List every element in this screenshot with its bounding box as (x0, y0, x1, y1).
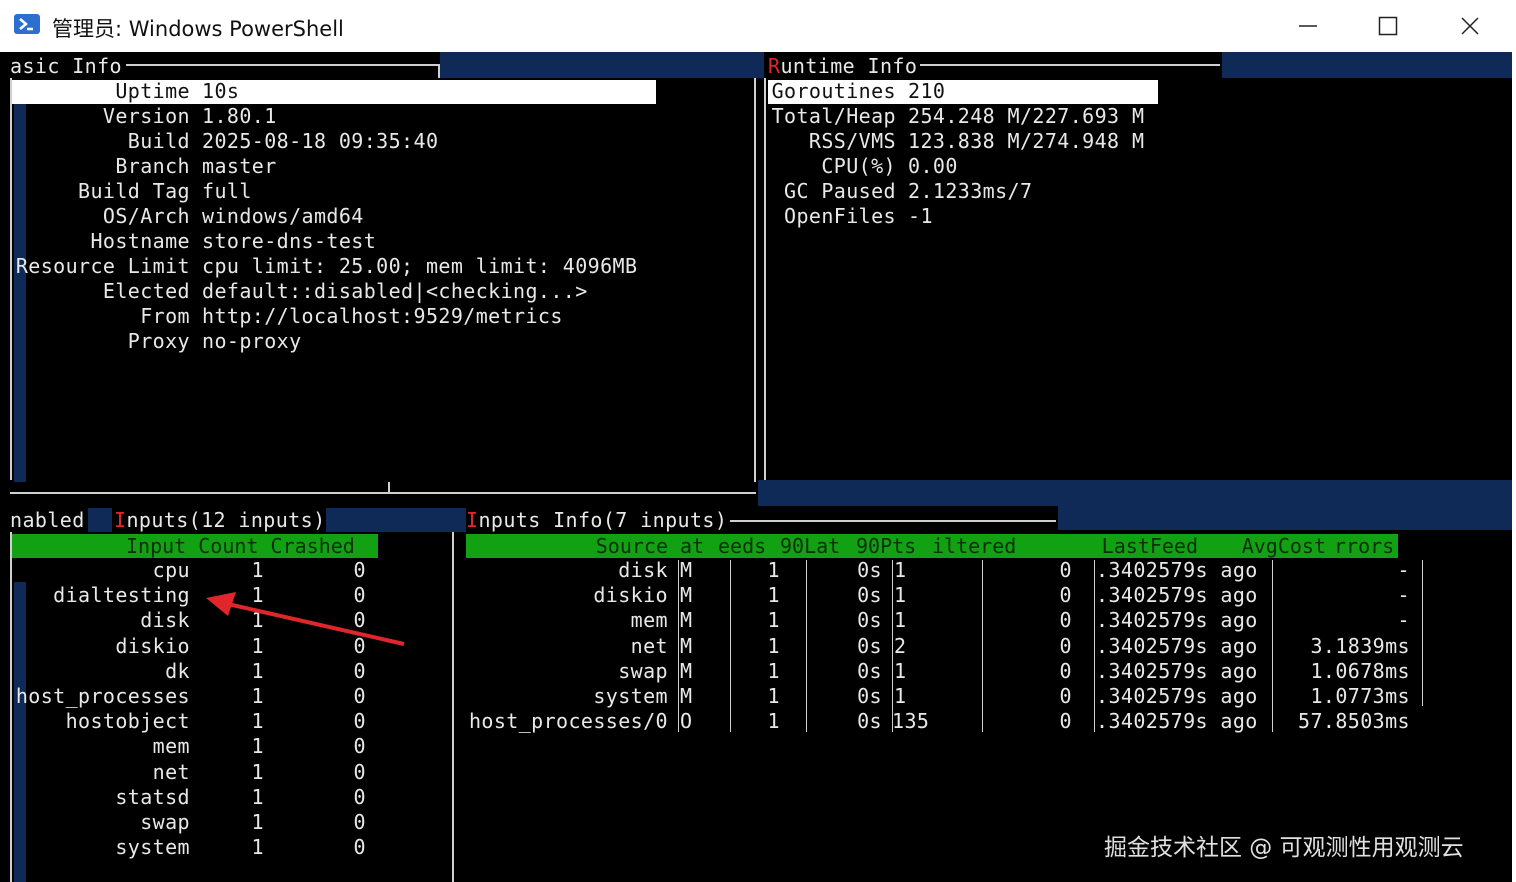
window-title: 管理员: Windows PowerShell (52, 17, 344, 41)
maximize-button[interactable] (1352, 0, 1424, 52)
powershell-icon (14, 14, 40, 34)
minimize-button[interactable] (1272, 0, 1344, 52)
red-arrow-icon (206, 592, 405, 646)
maximize-icon (1378, 16, 1398, 36)
window-titlebar: 管理员: Windows PowerShell (0, 0, 1516, 52)
close-icon (1461, 17, 1479, 35)
powershell-console[interactable]: asic Info Uptime 10s Version 1.80.1 Build 202… (0, 52, 1512, 882)
close-button[interactable] (1434, 0, 1506, 52)
minimize-icon (1299, 25, 1317, 27)
watermark: 掘金技术社区 @ 可观测性用观测云 (1104, 835, 1464, 861)
